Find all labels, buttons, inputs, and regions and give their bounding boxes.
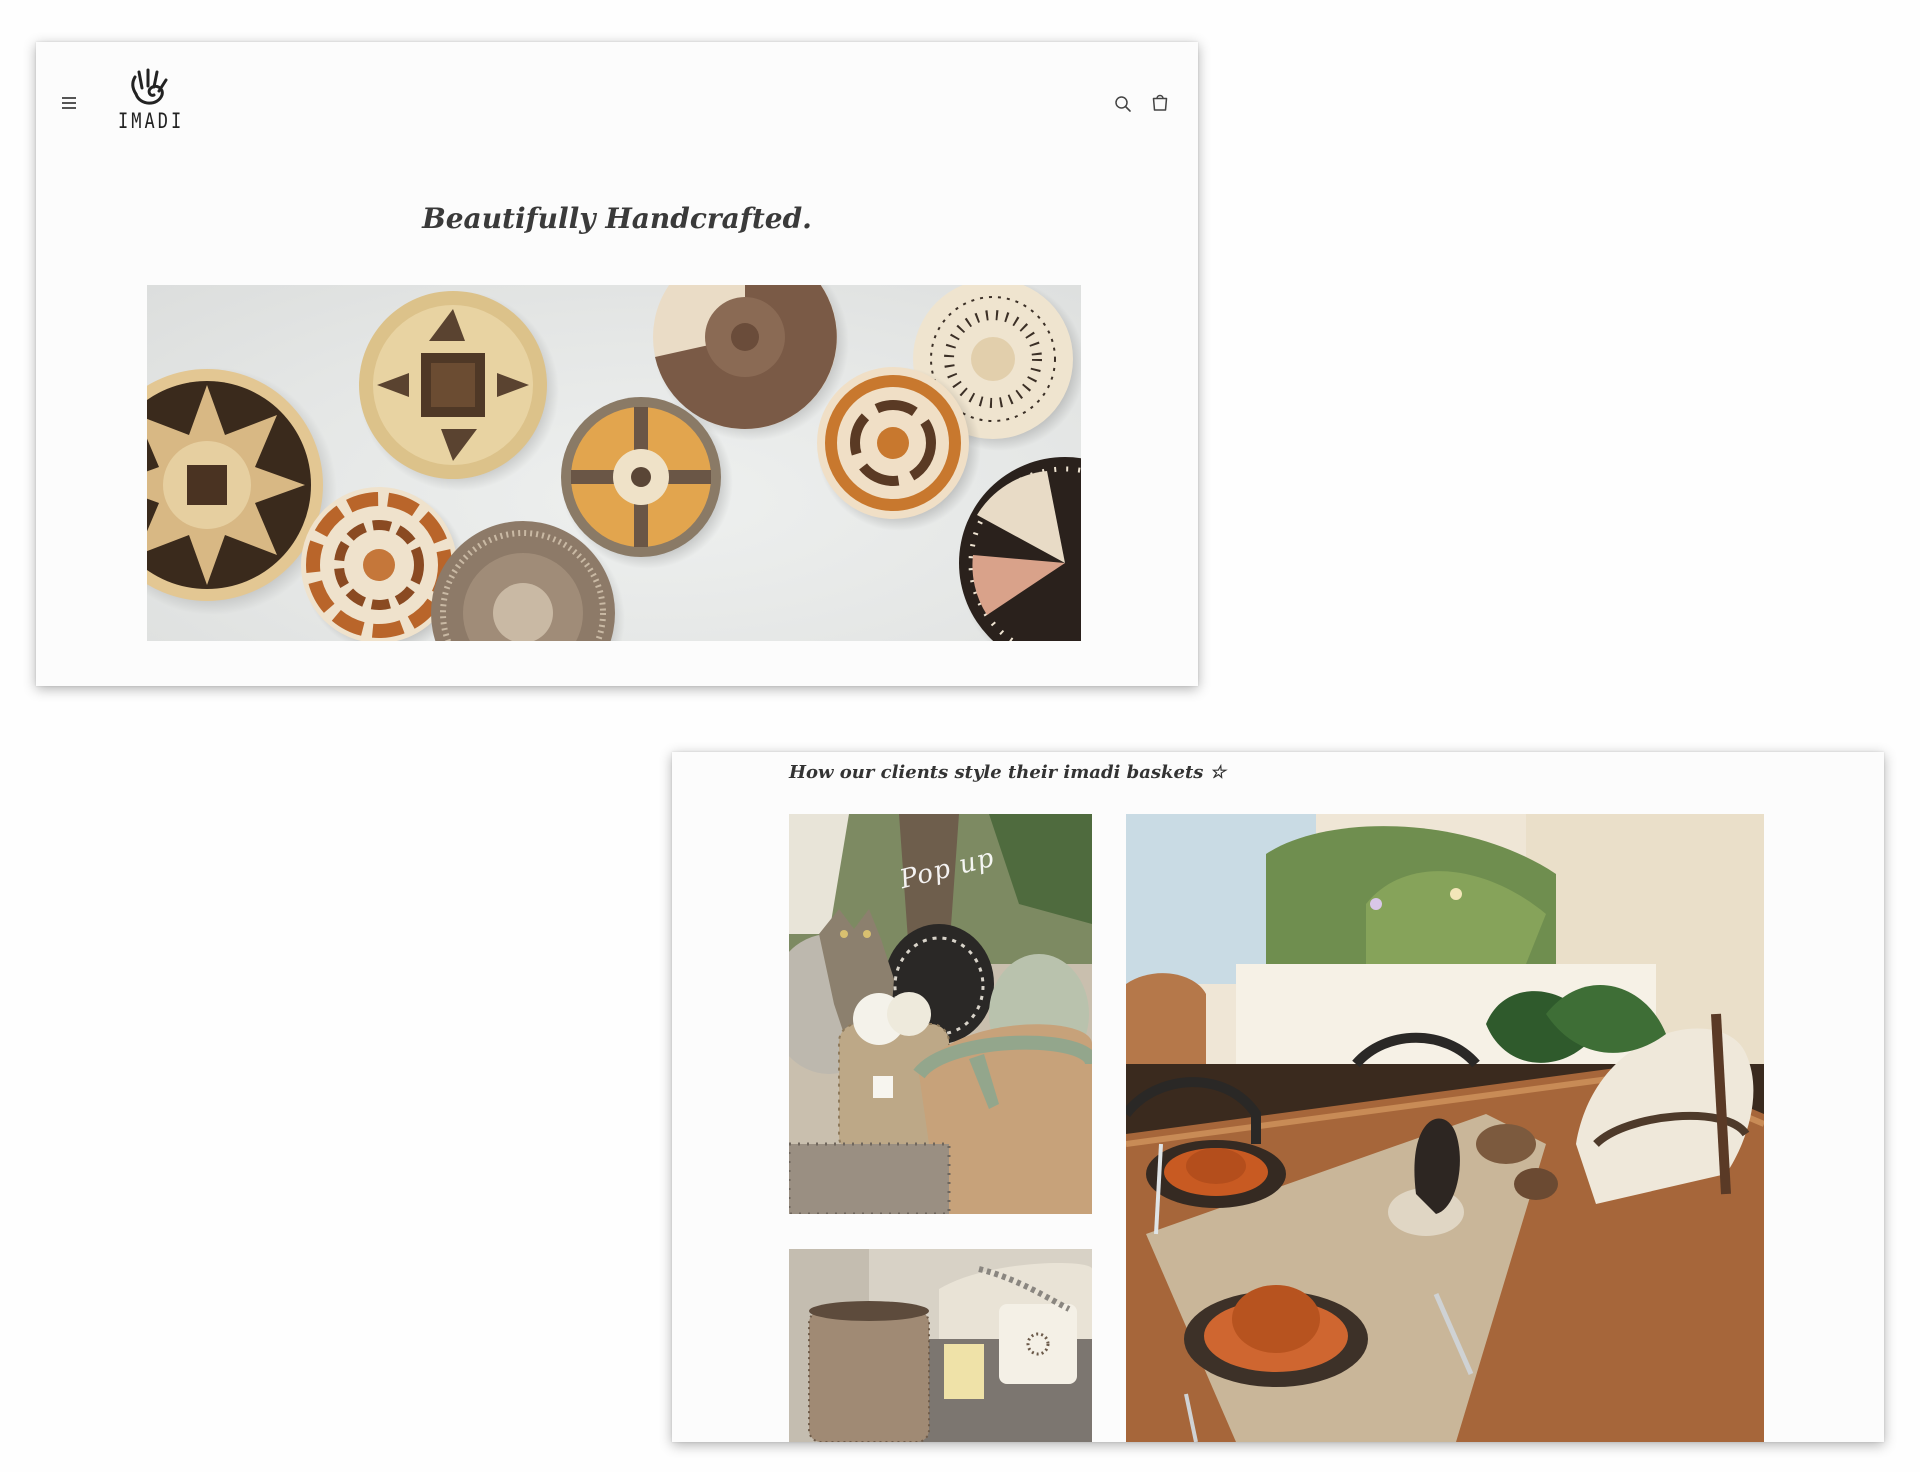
gallery-heading: How our clients style their imadi basket…: [789, 762, 1226, 783]
photo-pop-up-display[interactable]: Pop up: [789, 814, 1092, 1214]
hero-title: Beautifully Handcrafted.: [422, 202, 812, 235]
hero-image-woven-baskets: [147, 285, 1081, 641]
search-icon[interactable]: [1112, 93, 1134, 115]
client-gallery-window: How our clients style their imadi basket…: [672, 752, 1884, 1442]
photo-living-room-basket[interactable]: [789, 1249, 1092, 1442]
cart-icon[interactable]: [1149, 92, 1171, 114]
brand-logo[interactable]: IMADI: [118, 68, 182, 138]
brand-name: IMADI: [118, 109, 185, 134]
hamburger-menu-icon[interactable]: [58, 94, 82, 112]
hand-spiral-logo-icon: [131, 68, 168, 105]
storefront-header-window: IMADI Beautifully Handcrafted.: [36, 42, 1198, 686]
photo-dining-table-setting[interactable]: [1126, 814, 1764, 1442]
